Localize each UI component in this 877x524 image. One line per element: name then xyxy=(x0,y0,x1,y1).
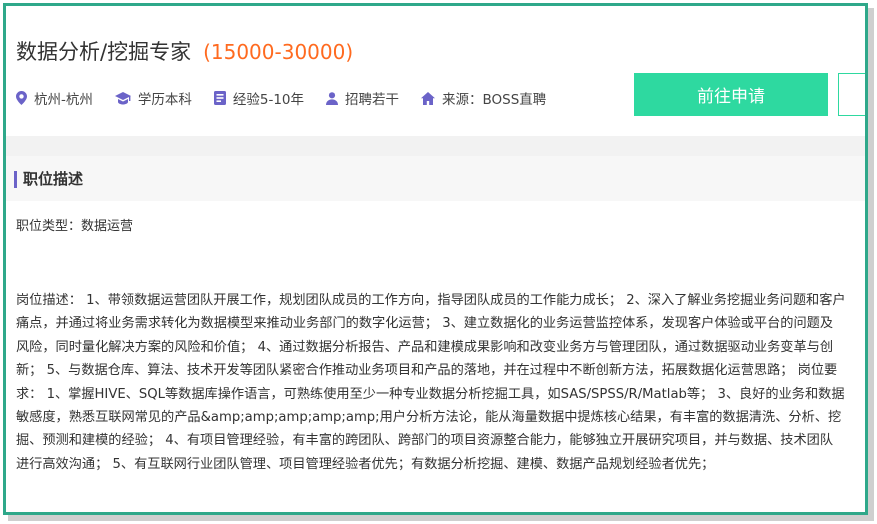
meta-headcount: 招聘若干 xyxy=(326,88,399,108)
frame-shadow-bottom xyxy=(8,515,874,521)
person-icon xyxy=(326,91,339,105)
source-text: 来源：BOSS直聘 xyxy=(442,92,547,108)
headcount-text: 招聘若干 xyxy=(345,92,400,108)
secondary-action-button[interactable] xyxy=(838,73,865,116)
graduation-cap-icon xyxy=(114,91,131,104)
job-detail-panel: 数据分析/挖掘专家 (15000-30000) 杭州-杭州 学历本科 经验5-1… xyxy=(3,3,868,515)
section-accent-bar xyxy=(14,171,17,188)
location-pin-icon xyxy=(16,91,27,105)
experience-text: 经验5-10年 xyxy=(232,92,305,108)
job-header: 数据分析/挖掘专家 (15000-30000) xyxy=(16,36,865,66)
job-type: 职位类型：数据运营 xyxy=(16,219,134,234)
education-text: 学历本科 xyxy=(137,92,192,108)
meta-experience: 经验5-10年 xyxy=(213,88,305,108)
title-row: 数据分析/挖掘专家 (15000-30000) xyxy=(16,36,865,66)
job-title: 数据分析/挖掘专家 xyxy=(16,40,192,64)
home-icon xyxy=(421,91,436,105)
document-icon xyxy=(213,91,226,105)
salary-range: (15000-30000) xyxy=(203,40,354,64)
meta-source: 来源：BOSS直聘 xyxy=(421,88,546,108)
frame-shadow-right xyxy=(868,8,874,518)
meta-education: 学历本科 xyxy=(114,88,192,108)
job-description: 岗位描述： 1、带领数据运营团队开展工作，规划团队成员的工作方向，指导团队成员的… xyxy=(16,293,846,472)
section-title: 职位描述 xyxy=(23,170,84,188)
meta-location: 杭州-杭州 xyxy=(16,88,93,108)
location-text: 杭州-杭州 xyxy=(34,92,93,108)
apply-button[interactable]: 前往申请 xyxy=(634,73,828,116)
section-header: 职位描述 xyxy=(6,156,865,201)
section-divider xyxy=(6,136,865,156)
job-meta: 杭州-杭州 学历本科 经验5-10年 招聘若干 来源：BOSS直聘 xyxy=(16,88,568,108)
